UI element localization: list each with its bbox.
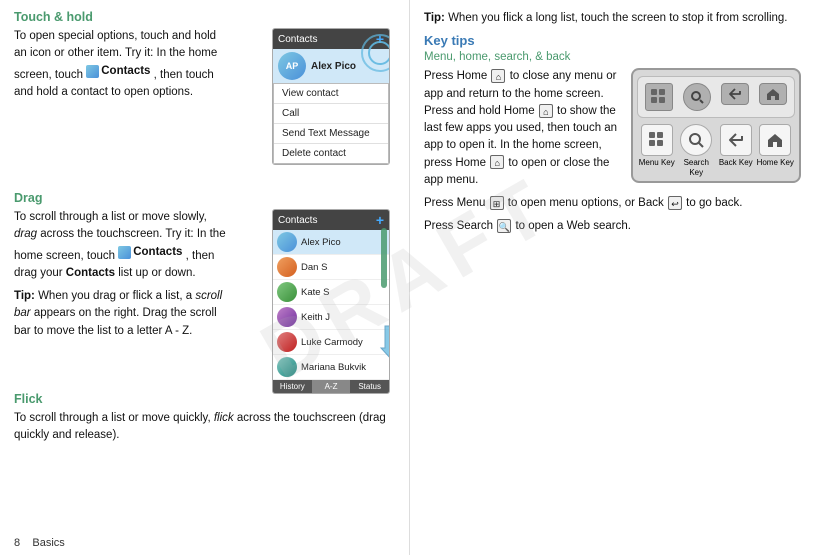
key-tips-heading: Key tips xyxy=(424,33,801,48)
top-tip-text: When you flick a long list, touch the sc… xyxy=(448,12,787,24)
drag-text: To scroll through a list or move slowly,… xyxy=(14,209,229,340)
home-icon-inline-1: ⌂ xyxy=(491,69,505,83)
keys-diagram: Menu Key Search Key xyxy=(631,68,801,183)
key-tips-para3: Press Search 🔍 to open a Web search. xyxy=(424,218,801,235)
key-tips-subheading: Menu, home, search, & back xyxy=(424,51,801,63)
tab-status: Status xyxy=(350,380,389,393)
home-icon-inline-3: ⌂ xyxy=(490,155,504,169)
drag-heading: Drag xyxy=(14,191,397,205)
contact-name-list-5: Mariana Bukvik xyxy=(301,362,366,373)
tab-history: History xyxy=(273,380,312,393)
search-key-label: Search Key xyxy=(677,158,715,177)
page-container: DRAFT Touch & hold To open special optio… xyxy=(0,0,815,555)
menu-key-label: Menu Key xyxy=(638,158,676,168)
contact-name-list-4: Luke Carmody xyxy=(301,337,363,348)
home-icon-inline-2: ⌂ xyxy=(539,104,553,118)
contact-name-list-1: Dan S xyxy=(301,262,327,273)
scroll-bar xyxy=(381,228,387,288)
key-tips-para2: Press Menu ⊞ to open menu options, or Ba… xyxy=(424,195,801,212)
back-key-label: Back Key xyxy=(717,158,755,168)
contacts-tabs: History A-Z Status xyxy=(273,380,389,393)
context-menu: View contact Call Send Text Message Dele… xyxy=(273,83,389,164)
contact-name-1: Alex Pico xyxy=(311,61,356,72)
list-item-2: Kate S xyxy=(273,280,389,305)
home-key-label: Home Key xyxy=(756,158,794,168)
menu-icon-inline: ⊞ xyxy=(490,196,504,210)
contact-avatar: AP xyxy=(278,52,306,80)
top-tip-para: Tip: When you flick a long list, touch t… xyxy=(424,10,801,27)
drag-section: Drag To scroll through a list or move sl… xyxy=(14,191,397,384)
drag-finger-indicator xyxy=(377,324,390,365)
contact-name-list-0: Alex Pico xyxy=(301,237,341,248)
touch-hold-para: To open special options, touch and hold … xyxy=(14,28,229,101)
flick-heading: Flick xyxy=(14,392,397,406)
touch-hold-text: To open special options, touch and hold … xyxy=(14,28,229,101)
drag-tip-para: Tip: When you drag or flick a list, a sc… xyxy=(14,288,229,340)
menu-send-text: Send Text Message xyxy=(274,124,388,144)
touch-hold-heading: Touch & hold xyxy=(14,10,397,24)
contacts-mockup-2: Contacts + Alex Pico Dan S xyxy=(272,209,397,394)
drag-para: To scroll through a list or move slowly,… xyxy=(14,209,229,282)
menu-call: Call xyxy=(274,104,388,124)
list-item-3: Keith J xyxy=(273,305,389,330)
list-item-4: Luke Carmody xyxy=(273,330,389,355)
list-item-0: Alex Pico xyxy=(273,230,389,255)
contact-name-list-3: Keith J xyxy=(301,312,330,323)
list-item-1: Dan S xyxy=(273,255,389,280)
left-column: Touch & hold To open special options, to… xyxy=(0,0,410,555)
touch-hold-section: Touch & hold To open special options, to… xyxy=(14,10,397,183)
back-icon-inline: ↩ xyxy=(668,196,682,210)
menu-delete-contact: Delete contact xyxy=(274,144,388,163)
flick-section: Flick To scroll through a list or move q… xyxy=(14,392,397,445)
tab-az: A-Z xyxy=(312,380,351,393)
page-footer: 8 Basics xyxy=(14,537,65,549)
tap-indicator xyxy=(361,34,390,76)
search-icon-inline: 🔍 xyxy=(497,219,511,233)
list-item-5: Mariana Bukvik xyxy=(273,355,389,380)
flick-para: To scroll through a list or move quickly… xyxy=(14,410,397,445)
contacts-header-2: Contacts + xyxy=(273,210,389,230)
top-tip-label: Tip: xyxy=(424,12,445,24)
contacts-mockup-1: Contacts + AP Alex Pico xyxy=(272,28,397,175)
contact-name-list-2: Kate S xyxy=(301,287,330,298)
right-column: Tip: When you flick a long list, touch t… xyxy=(410,0,815,555)
menu-view-contact: View contact xyxy=(274,84,388,104)
